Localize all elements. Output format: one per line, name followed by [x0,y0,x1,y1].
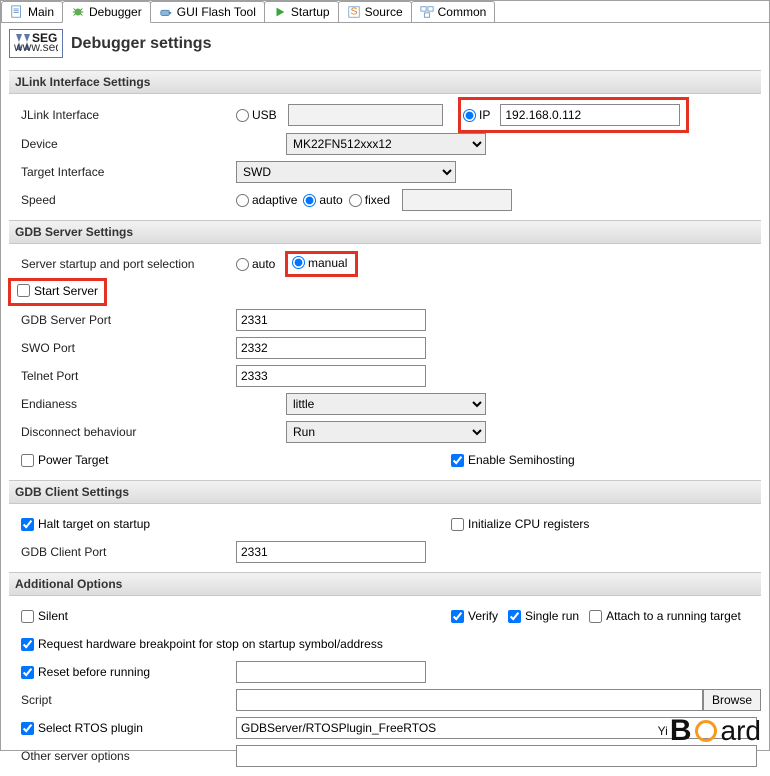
tab-label: Source [365,5,403,19]
tab-label: Debugger [89,5,142,19]
radio-label: auto [319,193,342,207]
radio-ip[interactable] [463,109,476,122]
label-target-if: Target Interface [21,165,236,179]
svg-text:S: S [350,6,357,18]
tab-label: Common [438,5,487,19]
other-field[interactable] [236,745,757,767]
check-start-server[interactable] [17,284,30,297]
check-label: Silent [38,609,68,623]
radio-usb[interactable] [236,109,249,122]
check-label: Halt target on startup [38,517,150,531]
telnet-port-field[interactable] [236,365,426,387]
browse-button[interactable]: Browse [703,689,761,711]
radio-label: auto [252,257,275,271]
check-single-run[interactable] [508,610,521,623]
tab-debugger[interactable]: Debugger [62,1,151,23]
label-gdbserver-port: GDB Server Port [21,313,236,327]
tab-label: Startup [291,5,330,19]
usb-field[interactable] [288,104,443,126]
label-jlink-interface: JLink Interface [21,108,236,122]
section-additional: Additional Options [9,572,761,596]
check-semihosting[interactable] [451,454,464,467]
label-disconnect: Disconnect behaviour [21,425,236,439]
source-icon: S [347,5,361,19]
check-label: Initialize CPU registers [468,517,589,531]
check-req-hw-bp[interactable] [21,638,34,651]
label-speed: Speed [21,193,236,207]
check-label: Reset before running [38,665,150,679]
swo-port-field[interactable] [236,337,426,359]
play-icon [273,5,287,19]
svg-text:www.segger.com: www.segger.com [14,40,58,52]
radio-label: fixed [365,193,390,207]
tab-gui-flash[interactable]: GUI Flash Tool [150,1,265,22]
tab-startup[interactable]: Startup [264,1,339,22]
check-label: Verify [468,609,498,623]
check-rtos[interactable] [21,722,34,735]
watermark: Yi Bard [658,714,761,748]
check-label: Single run [525,609,579,623]
flash-icon [159,5,173,19]
watermark-text: Yi [658,724,668,738]
label-swo-port: SWO Port [21,341,236,355]
check-power-target[interactable] [21,454,34,467]
bug-icon [71,5,85,19]
radio-server-auto[interactable] [236,258,249,271]
label-device: Device [21,137,236,151]
check-label: Power Target [38,453,108,467]
check-silent[interactable] [21,610,34,623]
label-endianess: Endianess [21,397,236,411]
radio-label: manual [308,256,347,270]
section-jlink: JLink Interface Settings [9,70,761,94]
endian-select[interactable]: little [286,393,486,415]
check-label: Select RTOS plugin [38,721,143,735]
check-verify[interactable] [451,610,464,623]
check-init-cpu[interactable] [451,518,464,531]
gdbserver-port-field[interactable] [236,309,426,331]
label-telnet-port: Telnet Port [21,369,236,383]
check-label: Attach to a running target [606,609,741,623]
check-label: Enable Semihosting [468,453,575,467]
tab-common[interactable]: Common [411,1,496,22]
radio-label: adaptive [252,193,297,207]
check-attach[interactable] [589,610,602,623]
page-icon [10,5,24,19]
gdbclient-port-field[interactable] [236,541,426,563]
radio-fixed[interactable] [349,194,362,207]
label-script: Script [21,693,236,707]
segger-logo: SEGGER www.segger.com [9,29,63,58]
device-select[interactable]: MK22FN512xxx12 [286,133,486,155]
disconnect-select[interactable]: Run [286,421,486,443]
check-label: Request hardware breakpoint for stop on … [38,637,383,651]
script-field[interactable] [236,689,703,711]
tab-label: Main [28,5,54,19]
check-label: Start Server [34,284,98,298]
tab-source[interactable]: S Source [338,1,412,22]
label-other: Other server options [21,749,236,763]
radio-adaptive[interactable] [236,194,249,207]
label-server-startup: Server startup and port selection [21,257,236,271]
tab-bar: Main Debugger GUI Flash Tool Startup S S… [1,1,769,23]
reset-field[interactable] [236,661,426,683]
ip-field[interactable] [500,104,680,126]
radio-server-manual[interactable] [292,256,305,269]
page-header: SEGGER www.segger.com Debugger settings [1,23,769,64]
check-reset[interactable] [21,666,34,679]
section-gdbclient: GDB Client Settings [9,480,761,504]
page-title: Debugger settings [71,35,211,53]
common-icon [420,5,434,19]
section-gdbserver: GDB Server Settings [9,220,761,244]
target-if-select[interactable]: SWD [236,161,456,183]
label-gdbclient-port: GDB Client Port [21,545,236,559]
check-halt[interactable] [21,518,34,531]
tab-main[interactable]: Main [1,1,63,22]
tab-label: GUI Flash Tool [177,5,256,19]
radio-label: IP [479,108,490,122]
radio-speed-auto[interactable] [303,194,316,207]
fixed-field[interactable] [402,189,512,211]
radio-label: USB [252,108,277,122]
